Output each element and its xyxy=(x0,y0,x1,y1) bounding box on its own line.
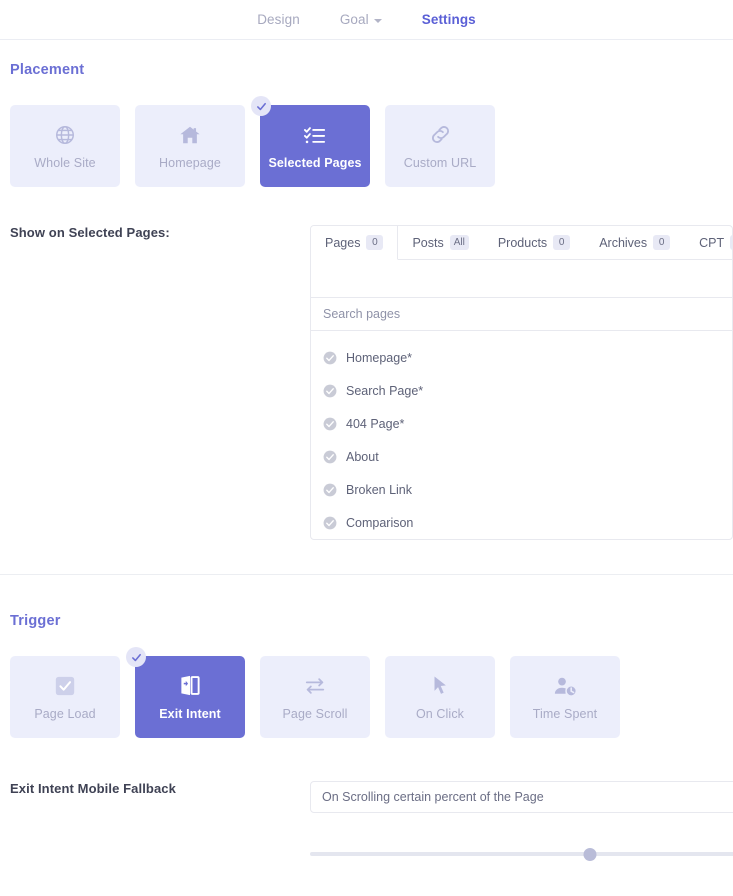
trigger-option-time-spent-label: Time Spent xyxy=(532,706,598,721)
check-circle-icon xyxy=(323,516,337,529)
top-nav: Design Goal Settings xyxy=(0,0,733,40)
trigger-option-on-click[interactable]: On Click xyxy=(385,656,495,738)
trigger-options: Page Load Exit Intent Page Scroll On Cli… xyxy=(10,647,733,738)
trigger-option-exit-intent[interactable]: Exit Intent xyxy=(126,647,245,738)
mobile-fallback-label: Exit Intent Mobile Fallback xyxy=(10,781,176,796)
placement-option-custom-url[interactable]: Custom URL xyxy=(385,105,495,187)
list-item[interactable]: 404 Page* xyxy=(311,407,732,440)
selected-pages-row: Show on Selected Pages: Pages 0 Posts Al… xyxy=(0,225,733,540)
pages-tab-pages-label: Pages xyxy=(325,235,361,250)
list-item-label: Homepage* xyxy=(346,350,413,365)
placement-section: Placement Whole Site Homepage Selected P… xyxy=(0,40,733,187)
scroll-percent-slider[interactable] xyxy=(310,845,733,863)
pages-tab-products-badge: 0 xyxy=(553,235,571,250)
pages-tab-products-label: Products xyxy=(497,235,548,250)
cursor-icon xyxy=(429,674,451,698)
selected-check-badge xyxy=(126,647,146,667)
list-item-label: Broken Link xyxy=(346,482,413,497)
placement-option-selected-pages[interactable]: Selected Pages xyxy=(251,96,370,187)
pages-tab-archives-label: Archives xyxy=(599,235,648,250)
trigger-option-page-load[interactable]: Page Load xyxy=(10,656,120,738)
pages-tab-pages[interactable]: Pages 0 xyxy=(311,226,399,260)
placement-options: Whole Site Homepage Selected Pages Custo… xyxy=(10,96,733,187)
pages-tab-cpt[interactable]: CPT 0 xyxy=(685,226,732,259)
list-item[interactable]: Search Page* xyxy=(311,374,732,407)
mobile-fallback-select[interactable]: On Scrolling certain percent of the Page xyxy=(310,781,733,813)
pages-tab-pages-badge: 0 xyxy=(366,235,384,250)
trigger-title: Trigger xyxy=(10,613,61,629)
placement-option-whole-site[interactable]: Whole Site xyxy=(10,105,120,187)
person-clock-icon xyxy=(553,674,578,698)
search-pages-input[interactable] xyxy=(323,307,720,321)
list-item[interactable]: Homepage* xyxy=(311,341,732,374)
scroll-arrows-icon xyxy=(303,674,327,698)
list-item-label: About xyxy=(346,449,379,464)
placement-option-homepage[interactable]: Homepage xyxy=(135,105,245,187)
tab-design-label: Design xyxy=(257,12,300,27)
selected-pages-label: Show on Selected Pages: xyxy=(10,225,170,240)
check-circle-icon xyxy=(323,351,337,364)
chevron-down-icon xyxy=(373,18,382,23)
pages-tab-posts-badge: All xyxy=(449,235,469,250)
tab-settings-label: Settings xyxy=(421,12,476,27)
placement-option-whole-site-label: Whole Site xyxy=(34,155,96,170)
selected-check-badge xyxy=(251,96,271,116)
globe-icon xyxy=(54,123,76,147)
list-item-label: 404 Page* xyxy=(346,416,405,431)
check-circle-icon xyxy=(323,450,337,463)
placement-option-custom-url-label: Custom URL xyxy=(403,155,477,170)
trigger-option-page-load-label: Page Load xyxy=(34,706,96,721)
pages-tab-archives-badge: 0 xyxy=(653,235,671,250)
link-icon xyxy=(429,123,452,147)
trigger-option-page-scroll[interactable]: Page Scroll xyxy=(260,656,370,738)
list-item-label: Search Page* xyxy=(346,383,424,398)
check-circle-icon xyxy=(323,384,337,397)
pages-panel: Pages 0 Posts All Products 0 Archives 0 … xyxy=(310,225,733,540)
list-item-label: Comparison xyxy=(346,515,414,530)
mobile-fallback-controls: On Scrolling certain percent of the Page xyxy=(310,781,733,863)
checkbox-icon xyxy=(54,674,76,698)
pages-tab-cpt-label: CPT xyxy=(699,235,725,250)
exit-door-icon xyxy=(178,674,202,698)
placement-option-selected-pages-label: Selected Pages xyxy=(268,155,362,170)
home-icon xyxy=(178,123,202,147)
slider-handle[interactable] xyxy=(583,847,597,861)
trigger-option-time-spent[interactable]: Time Spent xyxy=(510,656,620,738)
pages-tabstrip: Pages 0 Posts All Products 0 Archives 0 … xyxy=(311,226,732,260)
trigger-option-page-scroll-label: Page Scroll xyxy=(282,706,348,721)
trigger-option-on-click-label: On Click xyxy=(415,706,465,721)
tab-settings[interactable]: Settings xyxy=(422,12,476,27)
search-pages-row xyxy=(311,297,732,331)
page-list: Homepage* Search Page* 404 Page* About B… xyxy=(311,331,732,539)
tab-goal-label: Goal xyxy=(339,12,369,27)
list-item[interactable]: Comparison xyxy=(311,506,732,539)
check-circle-icon xyxy=(323,483,337,496)
pages-tab-products[interactable]: Products 0 xyxy=(484,226,585,259)
mobile-fallback-row: Exit Intent Mobile Fallback On Scrolling… xyxy=(0,781,733,863)
list-item[interactable]: Broken Link xyxy=(311,473,732,506)
mobile-fallback-select-value: On Scrolling certain percent of the Page xyxy=(322,790,544,804)
trigger-section: Trigger Page Load Exit Intent Page Scrol… xyxy=(0,575,733,738)
placement-title: Placement xyxy=(10,62,85,78)
selected-items-area xyxy=(311,260,732,297)
trigger-option-exit-intent-label: Exit Intent xyxy=(159,706,221,721)
pages-tab-archives[interactable]: Archives 0 xyxy=(585,226,685,259)
list-item[interactable]: About xyxy=(311,440,732,473)
placement-option-homepage-label: Homepage xyxy=(159,155,221,170)
pages-tab-posts-label: Posts xyxy=(412,235,444,250)
slider-track xyxy=(310,852,733,856)
pages-tab-posts[interactable]: Posts All xyxy=(398,226,483,259)
list-check-icon xyxy=(303,123,327,147)
tab-design[interactable]: Design xyxy=(257,12,300,27)
check-circle-icon xyxy=(323,417,337,430)
tab-goal[interactable]: Goal xyxy=(340,12,382,27)
